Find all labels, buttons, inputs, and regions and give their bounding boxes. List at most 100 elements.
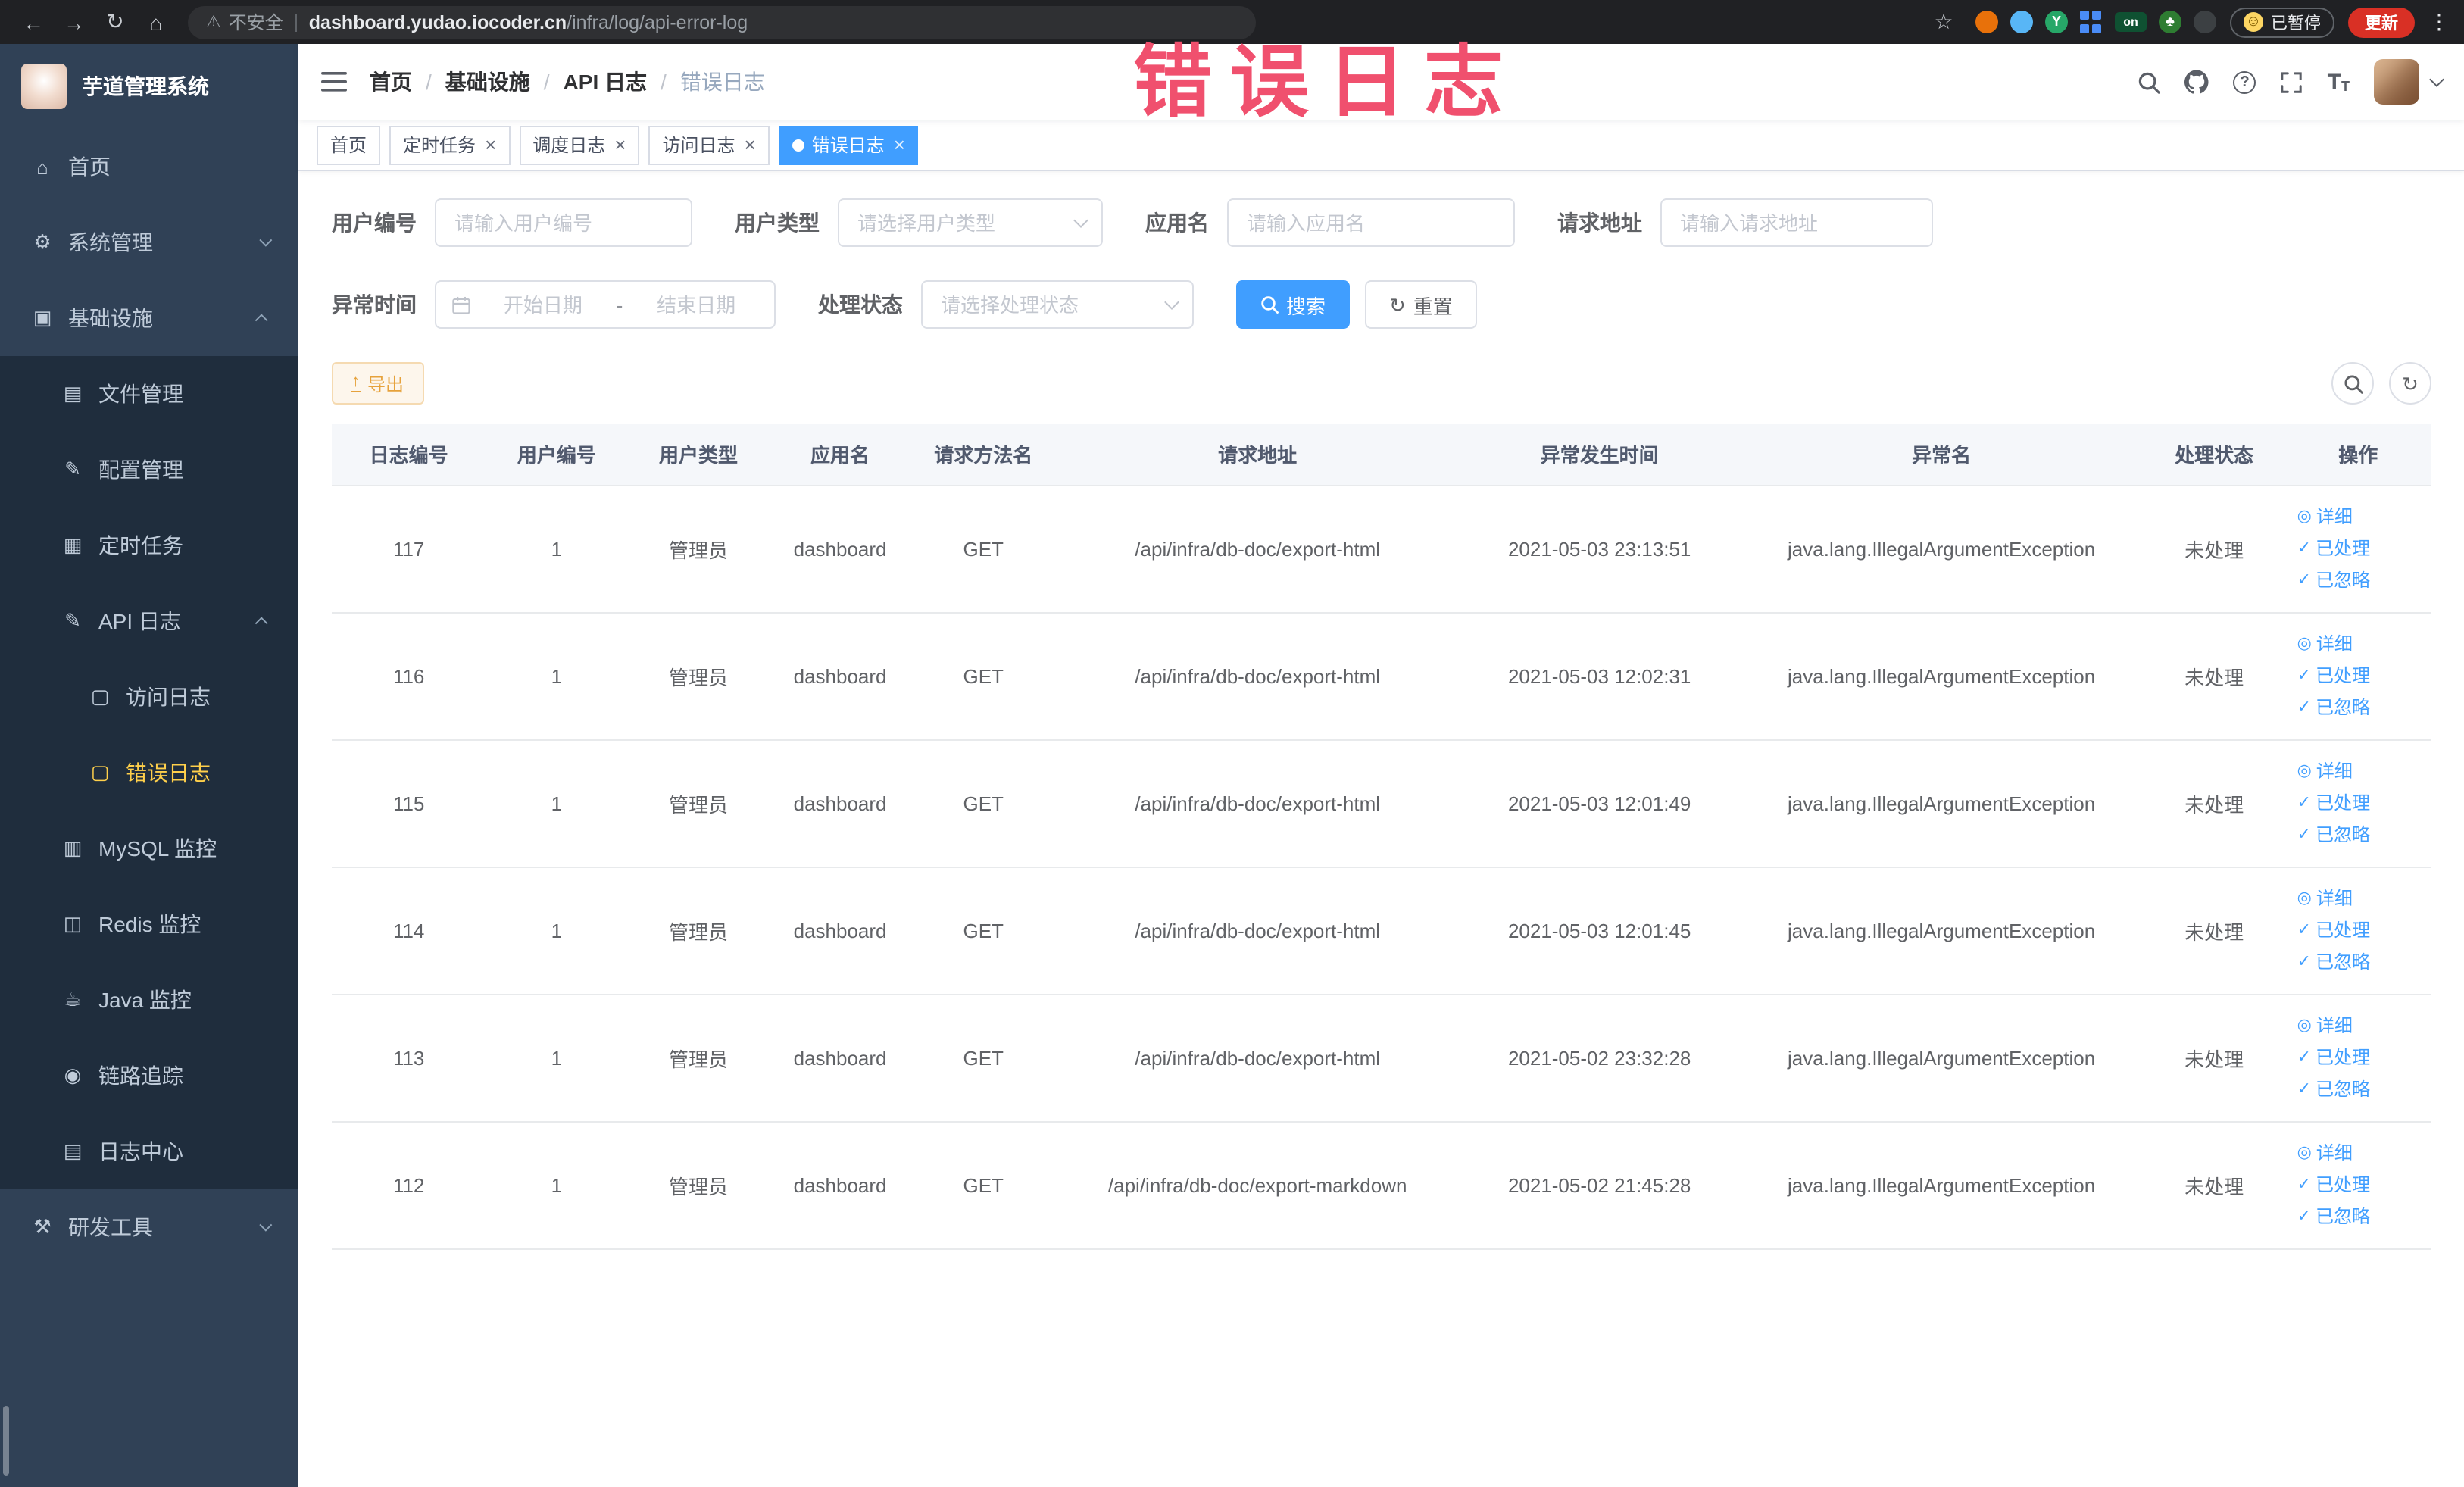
github-icon[interactable] [2184,70,2209,94]
sidebar-item-redis-monitor[interactable]: ◫ Redis 监控 [0,886,298,962]
action-detail[interactable]: ◎ 详细 [2297,1010,2425,1042]
filter-buttons: 搜索 ↻ 重置 [1236,280,1477,329]
action-mark-processed[interactable]: ✓ 已处理 [2297,660,2425,692]
avatar-dropdown-icon[interactable] [2429,71,2444,86]
breadcrumb-item[interactable]: 首页 [370,67,412,97]
tab-close-icon[interactable]: × [485,135,496,155]
action-mark-ignored[interactable]: ✓ 已忽略 [2297,946,2425,978]
user-type-select[interactable] [838,198,1103,247]
tab-close-icon[interactable]: × [614,135,626,155]
process-status-select[interactable] [921,280,1194,329]
breadcrumb-item[interactable]: API 日志 [564,67,647,97]
reload-button[interactable]: ↻ [97,4,133,40]
tab-home[interactable]: 首页 [317,125,381,164]
toggle-search-button[interactable] [2331,362,2374,405]
home-button[interactable]: ⌂ [138,4,174,40]
sidebar-item-home[interactable]: ⌂ 首页 [0,129,298,205]
sidebar-item-system-management[interactable]: ⚙ 系统管理 [0,205,298,280]
bookmark-star-icon[interactable]: ☆ [1925,4,1962,40]
app-name-field[interactable] [1244,210,1498,236]
reset-button[interactable]: ↻ 重置 [1365,280,1477,329]
action-mark-ignored[interactable]: ✓ 已忽略 [2297,1073,2425,1105]
export-button[interactable]: ↑ 导出 [332,362,424,405]
ext-blue-drop-icon[interactable] [2010,11,2033,33]
sidebar-item-file-management[interactable]: ▤ 文件管理 [0,356,298,432]
sidebar-item-mysql-monitor[interactable]: ▥ MySQL 监控 [0,811,298,886]
action-detail[interactable]: ◎ 详细 [2297,755,2425,787]
sidebar-scrollbar-thumb[interactable] [3,1406,9,1476]
user-avatar[interactable] [2374,59,2419,105]
exception-time-range-picker[interactable]: - [435,280,776,329]
ext-green-y-icon[interactable]: Y [2045,11,2068,33]
ext-orange-ball-icon[interactable] [1975,11,1998,33]
action-mark-ignored[interactable]: ✓ 已忽略 [2297,1201,2425,1232]
sidebar-item-trace[interactable]: ◉ 链路追踪 [0,1038,298,1114]
table-tools: ↻ [2331,362,2431,405]
sidebar-item-log-center[interactable]: ▤ 日志中心 [0,1114,298,1189]
check-icon: ✓ [2297,666,2312,684]
tab-close-icon[interactable]: × [894,135,905,155]
forward-button[interactable]: → [56,4,92,40]
security-label[interactable]: 不安全 [229,9,283,35]
action-mark-processed[interactable]: ✓ 已处理 [2297,787,2425,819]
ext-on-badge-icon[interactable]: on [2115,12,2147,32]
action-mark-processed[interactable]: ✓ 已处理 [2297,914,2425,946]
action-detail[interactable]: ◎ 详细 [2297,1137,2425,1169]
sidebar-item-infrastructure[interactable]: ▣ 基础设施 [0,280,298,356]
check-icon: ✓ [2297,1079,2312,1098]
action-detail[interactable]: ◎ 详细 [2297,501,2425,533]
cell-user-type: 管理员 [627,1121,770,1249]
browser-toolbar: ← → ↻ ⌂ ⚠ 不安全 dashboard.yudao.iocoder.cn… [0,0,2464,44]
request-url-field[interactable] [1677,210,1916,236]
sidebar-item-error-log[interactable]: ▢ 错误日志 [0,735,298,811]
action-mark-ignored[interactable]: ✓ 已忽略 [2297,692,2425,723]
sidebar-item-config-management[interactable]: ✎ 配置管理 [0,432,298,508]
search-button[interactable]: 搜索 [1236,280,1351,329]
action-mark-processed[interactable]: ✓ 已处理 [2297,1169,2425,1201]
sidebar-item-api-logs[interactable]: ✎ API 日志 [0,583,298,659]
browser-menu-icon[interactable]: ⋮ [2428,9,2450,35]
search-icon[interactable] [2138,70,2161,93]
sidebar-item-java-monitor[interactable]: ☕ Java 监控 [0,962,298,1038]
tab-error-log[interactable]: 错误日志 × [778,125,919,164]
font-size-icon[interactable]: TT [2328,70,2350,93]
tab-access-log[interactable]: 访问日志 × [648,125,770,164]
process-status-select-field[interactable] [938,292,1157,317]
refresh-table-button[interactable]: ↻ [2389,362,2431,405]
date-range-separator: - [616,293,623,316]
hamburger-icon[interactable] [321,71,347,92]
action-mark-ignored[interactable]: ✓ 已忽略 [2297,819,2425,851]
chevron-up-icon [255,314,268,327]
help-icon[interactable]: ? [2233,70,2256,93]
paused-badge[interactable]: ☺ 已暂停 [2230,7,2334,37]
tab-scheduled-tasks[interactable]: 定时任务 × [389,125,511,164]
sidebar-item-dev-tools[interactable]: ⚒ 研发工具 [0,1189,298,1265]
back-button[interactable]: ← [15,4,52,40]
user-type-select-field[interactable] [854,210,1066,236]
ext-blue-grid-icon[interactable] [2080,11,2103,33]
sidebar-item-access-log[interactable]: ▢ 访问日志 [0,659,298,735]
end-date-field[interactable] [633,292,759,317]
cell-user-id: 1 [486,1121,628,1249]
update-button[interactable]: 更新 [2348,7,2415,37]
start-date-field[interactable] [480,292,606,317]
tab-close-icon[interactable]: × [745,135,756,155]
breadcrumb-item[interactable]: 基础设施 [445,67,530,97]
action-mark-ignored[interactable]: ✓ 已忽略 [2297,564,2425,596]
menu-item-label: 研发工具 [68,1215,153,1239]
action-mark-processed[interactable]: ✓ 已处理 [2297,1042,2425,1073]
user-id-field[interactable] [451,210,676,236]
sidebar-item-scheduled-tasks[interactable]: ▦ 定时任务 [0,508,298,583]
address-bar[interactable]: ⚠ 不安全 dashboard.yudao.iocoder.cn/infra/l… [188,5,1256,39]
ext-green-tree-icon[interactable]: ♣ [2159,11,2181,33]
tab-schedule-log[interactable]: 调度日志 × [519,125,640,164]
ext-dark-pin-icon[interactable] [2194,11,2216,33]
action-detail[interactable]: ◎ 详细 [2297,628,2425,660]
cell-time: 2021-05-02 23:32:28 [1459,994,1740,1122]
cell-id: 116 [332,612,486,740]
cell-time: 2021-05-02 21:45:28 [1459,1121,1740,1249]
action-detail[interactable]: ◎ 详细 [2297,883,2425,914]
fullscreen-icon[interactable] [2281,70,2303,93]
cell-exception: java.lang.IllegalArgumentException [1739,739,2144,867]
action-mark-processed[interactable]: ✓ 已处理 [2297,533,2425,564]
